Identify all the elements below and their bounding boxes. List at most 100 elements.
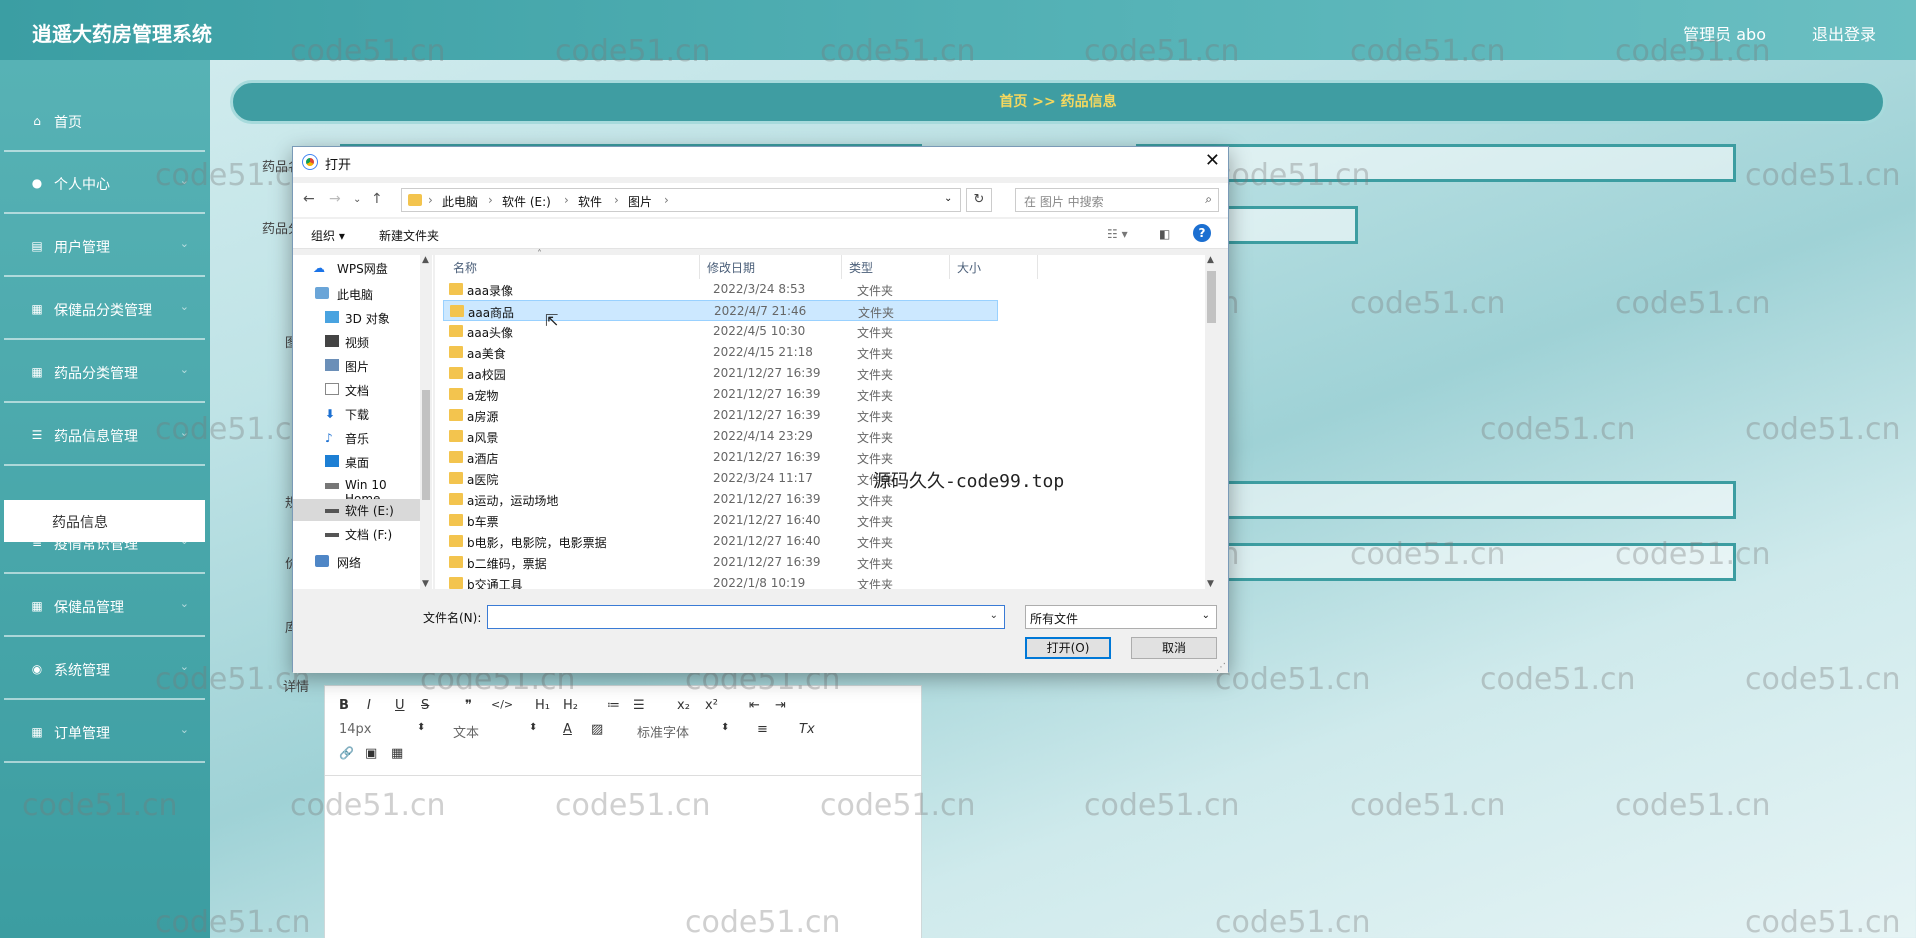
scroll-down-icon[interactable]: ▼ [1207, 579, 1214, 589]
chevron-down-icon[interactable]: ⌄ [944, 193, 952, 204]
scrollbar-thumb[interactable] [1207, 271, 1216, 323]
breadcrumb-software[interactable]: 软件 [578, 193, 602, 210]
column-name[interactable]: 名称 [453, 259, 477, 276]
tree-item-downloads[interactable]: ⬇ 下载 [293, 403, 421, 425]
background-color-button[interactable]: ▨ [591, 722, 603, 737]
tree-item-video[interactable]: 视频 [293, 331, 421, 353]
tree-item-wps[interactable]: ☁ WPS网盘 [293, 257, 421, 279]
align-button[interactable]: ≡ [757, 722, 768, 737]
file-row[interactable]: aaa头像 2022/4/5 10:30 文件夹 [443, 321, 998, 342]
grid-icon: ▦ [31, 365, 43, 379]
file-list-scrollbar[interactable]: ▲ ▼ [1205, 255, 1218, 589]
preview-pane-icon[interactable]: ◧ [1159, 227, 1170, 241]
file-row[interactable]: a风景 2022/4/14 23:29 文件夹 [443, 426, 998, 447]
quote-button[interactable]: ❞ [465, 698, 472, 713]
refresh-icon[interactable]: ↻ [966, 188, 992, 212]
sidebar-item-home[interactable]: ⌂ 首页 [4, 90, 205, 152]
link-button[interactable]: 🔗 [339, 746, 354, 760]
forward-icon[interactable]: → [329, 191, 341, 207]
sidebar-item-drug-category[interactable]: ▦ 药品分类管理 ⌄ [4, 341, 205, 403]
font-color-button[interactable]: A [563, 722, 572, 737]
font-family-select[interactable]: 标准字体 [637, 722, 689, 741]
sidebar-item-health-products[interactable]: ▦ 保健品管理 ⌄ [4, 575, 205, 637]
chevron-down-icon[interactable]: ⌄ [353, 194, 361, 205]
column-type[interactable]: 类型 [849, 259, 873, 276]
cancel-button[interactable]: 取消 [1131, 637, 1217, 659]
tree-scrollbar[interactable]: ▲ ▼ [420, 255, 432, 589]
bullet-list-button[interactable]: ☰ [633, 698, 645, 713]
image-button[interactable]: ▣ [365, 746, 377, 761]
tree-item-drive-e[interactable]: 软件 (E:) [293, 499, 421, 521]
file-row[interactable]: b电影，电影院，电影票据 2021/12/27 16:40 文件夹 [443, 531, 998, 552]
filetype-select[interactable]: 所有文件 ⌄ [1025, 605, 1217, 629]
up-icon[interactable]: ↑ [371, 191, 383, 207]
view-options-icon[interactable]: ☷ ▾ [1107, 227, 1128, 241]
rich-text-editor[interactable]: B I U S ❞ </> H₁ H₂ ≔ ☰ x₂ x² ⇤ ⇥ 14px ⬍… [324, 685, 922, 938]
sidebar-item-health-category[interactable]: ▦ 保健品分类管理 ⌄ [4, 278, 205, 340]
outdent-button[interactable]: ⇤ [749, 698, 760, 713]
sidebar-item-drug-info[interactable]: ☰ 药品信息管理 ⌄ [4, 404, 205, 466]
tree-item-win10[interactable]: Win 10 Home [293, 475, 421, 506]
search-input[interactable]: 在 图片 中搜索 ⌕ [1015, 188, 1219, 212]
tree-item-drive-f[interactable]: 文档 (F:) [293, 523, 421, 545]
file-row[interactable]: aa美食 2022/4/15 21:18 文件夹 [443, 342, 998, 363]
file-row[interactable]: aaa录像 2022/3/24 8:53 文件夹 [443, 279, 998, 300]
close-icon[interactable]: ✕ [1205, 150, 1220, 171]
sidebar-item-users[interactable]: ▤ 用户管理 ⌄ [4, 215, 205, 277]
font-size-select[interactable]: 14px [339, 722, 372, 737]
breadcrumb-pictures[interactable]: 图片 [628, 193, 652, 210]
resize-grip-icon[interactable]: ⋰ [1216, 662, 1226, 673]
file-row[interactable]: b车票 2021/12/27 16:40 文件夹 [443, 510, 998, 531]
open-button[interactable]: 打开(O) [1025, 637, 1111, 659]
sidebar-item-orders[interactable]: ▦ 订单管理 ⌄ [4, 701, 205, 763]
help-icon[interactable]: ? [1193, 224, 1211, 242]
tree-item-desktop[interactable]: 桌面 [293, 451, 421, 473]
column-size[interactable]: 大小 [957, 259, 981, 276]
file-row[interactable]: b二维码，票据 2021/12/27 16:39 文件夹 [443, 552, 998, 573]
scroll-up-icon[interactable]: ▲ [1207, 255, 1214, 265]
address-bar[interactable]: › 此电脑 › 软件 (E:) › 软件 › 图片 › ⌄ [401, 188, 961, 212]
underline-button[interactable]: U [395, 698, 405, 713]
scroll-down-icon[interactable]: ▼ [422, 579, 429, 589]
column-date[interactable]: 修改日期 [707, 259, 755, 276]
scroll-up-icon[interactable]: ▲ [422, 255, 429, 265]
breadcrumb-this-pc[interactable]: 此电脑 [442, 193, 478, 210]
strike-button[interactable]: S [421, 698, 429, 713]
computer-icon [315, 287, 329, 299]
tree-item-this-pc[interactable]: 此电脑 [293, 283, 421, 305]
logout-link[interactable]: 退出登录 [1812, 21, 1876, 45]
scrollbar-thumb[interactable] [422, 390, 430, 500]
italic-button[interactable]: I [367, 698, 371, 713]
tree-item-pictures[interactable]: 图片 [293, 355, 421, 377]
file-row-selected[interactable]: aaa商品 2022/4/7 21:46 文件夹 [443, 300, 998, 321]
code-button[interactable]: </> [491, 698, 513, 711]
filename-input[interactable]: ⌄ [487, 605, 1005, 629]
file-row[interactable]: aa校园 2021/12/27 16:39 文件夹 [443, 363, 998, 384]
h2-button[interactable]: H₂ [563, 698, 578, 713]
file-row[interactable]: a宠物 2021/12/27 16:39 文件夹 [443, 384, 998, 405]
new-folder-button[interactable]: 新建文件夹 [379, 227, 439, 244]
clear-format-button[interactable]: Tx [799, 722, 815, 737]
breadcrumb-drive-e[interactable]: 软件 (E:) [502, 193, 551, 210]
ordered-list-button[interactable]: ≔ [607, 698, 620, 713]
sidebar-item-personal[interactable]: ● 个人中心 ⌄ [4, 152, 205, 214]
tree-item-network[interactable]: 网络 [293, 551, 421, 573]
text-style-select[interactable]: 文本 [453, 722, 479, 741]
tree-item-3d[interactable]: 3D 对象 [293, 307, 421, 329]
sidebar-item-system[interactable]: ◉ 系统管理 ⌄ [4, 638, 205, 700]
indent-button[interactable]: ⇥ [775, 698, 786, 713]
video-button[interactable]: ▦ [391, 746, 403, 761]
tree-item-music[interactable]: ♪ 音乐 [293, 427, 421, 449]
file-row[interactable]: a酒店 2021/12/27 16:39 文件夹 [443, 447, 998, 468]
back-icon[interactable]: ← [303, 191, 315, 207]
h1-button[interactable]: H₁ [535, 698, 550, 713]
organize-button[interactable]: 组织 ▾ [311, 227, 345, 244]
subscript-button[interactable]: x₂ [677, 698, 690, 713]
superscript-button[interactable]: x² [705, 698, 718, 713]
file-row[interactable]: a房源 2021/12/27 16:39 文件夹 [443, 405, 998, 426]
bold-button[interactable]: B [339, 698, 349, 713]
chevron-down-icon[interactable]: ⌄ [990, 610, 998, 621]
file-row[interactable]: b交通工具 2022/1/8 10:19 文件夹 [443, 573, 998, 589]
tree-item-documents[interactable]: 文档 [293, 379, 421, 401]
sidebar-item-epidemic[interactable]: ≡ 疫情常识管理 ⌄ [4, 512, 205, 574]
